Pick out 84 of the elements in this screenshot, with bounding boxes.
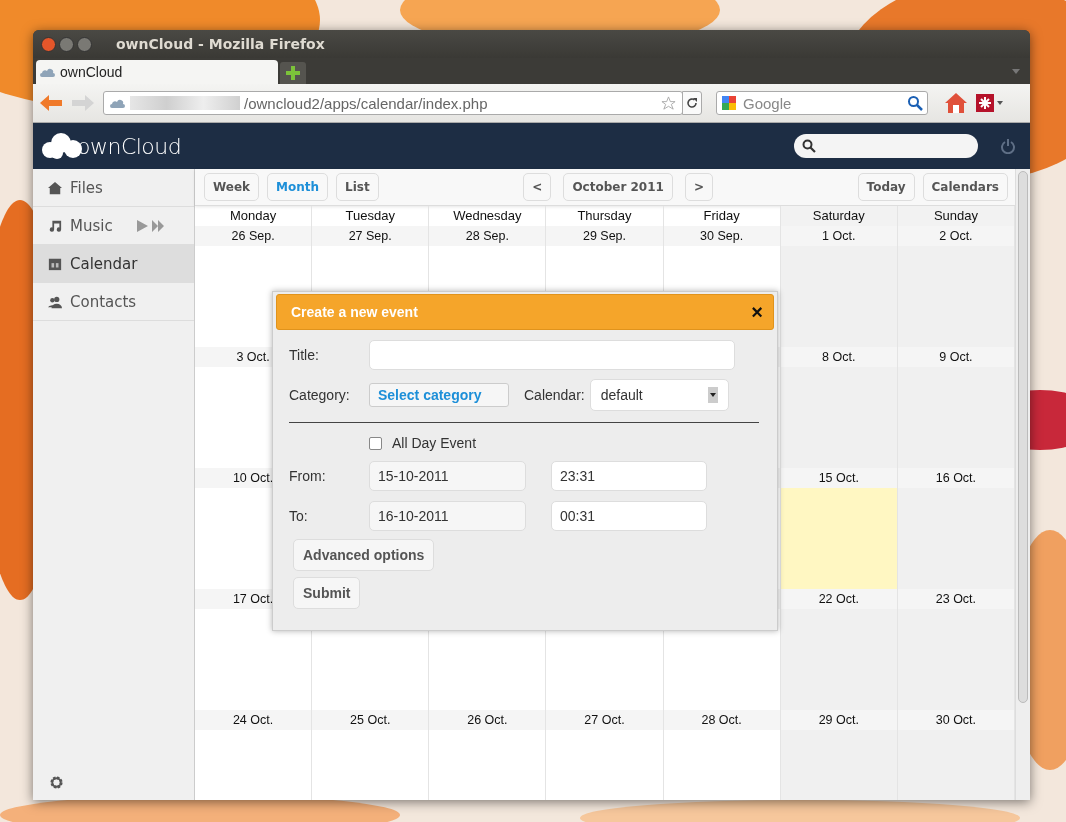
close-button[interactable]: × — [751, 300, 763, 324]
date-label: 26 Oct. — [467, 713, 508, 727]
field-label: Title: — [289, 347, 320, 363]
extension-icon[interactable] — [976, 94, 1004, 112]
date-label: 27 Oct. — [584, 713, 625, 727]
search-field[interactable]: Google — [716, 91, 928, 115]
window-title: ownCloud - Mozilla Firefox — [116, 36, 325, 52]
date-label: 26 Sep. — [231, 229, 275, 243]
date-label: 1 Oct. — [822, 229, 856, 243]
address-bar[interactable]: /owncloud2/apps/calendar/index.php — [103, 91, 683, 115]
play-controls-icon[interactable] — [136, 219, 165, 232]
dropdown-icon[interactable] — [1012, 68, 1020, 74]
period-button[interactable]: October 2011 — [563, 173, 673, 201]
checkbox-label: All Day Event — [392, 435, 477, 451]
date-label: 25 Oct. — [350, 713, 391, 727]
view-tab[interactable]: List — [336, 173, 379, 201]
field-label: To: — [289, 508, 309, 524]
new-tab-button[interactable] — [280, 62, 306, 84]
back-arrow-icon[interactable] — [39, 93, 63, 113]
date-field[interactable]: 15-10-2011 — [369, 461, 526, 491]
today-cell[interactable] — [780, 488, 897, 589]
next-button[interactable]: > — [684, 173, 713, 201]
date-label: 29 Sep. — [582, 229, 627, 243]
date-label: 29 Oct. — [818, 713, 859, 727]
submit-button[interactable]: Submit — [293, 577, 361, 609]
maximize-icon[interactable] — [77, 36, 92, 52]
title-field[interactable] — [369, 340, 735, 370]
reload-button[interactable] — [682, 91, 702, 115]
contacts-icon — [48, 294, 62, 309]
sidebar-item[interactable]: Files — [33, 169, 194, 207]
date-label: 27 Sep. — [348, 229, 392, 243]
date-label: 22 Oct. — [818, 592, 859, 606]
search-icon[interactable] — [907, 95, 923, 111]
previous-button[interactable]: < — [523, 173, 552, 201]
sidebar-item[interactable]: Calendar — [33, 245, 194, 283]
settings-icon[interactable] — [49, 775, 64, 790]
calendars-button[interactable]: Calendars — [922, 173, 1008, 201]
today-button[interactable]: Today — [857, 173, 915, 201]
star-icon[interactable] — [661, 95, 676, 111]
checkbox[interactable] — [369, 436, 382, 450]
day-header: Sunday — [897, 206, 1015, 226]
date-label: 24 Oct. — [232, 713, 274, 727]
cloud-icon — [40, 67, 56, 77]
date-label: 28 Oct. — [701, 713, 742, 727]
date-label: 28 Sep. — [465, 229, 509, 243]
field-label: Calendar: — [524, 387, 585, 403]
music-note-icon — [48, 218, 62, 233]
date-label: 9 Oct. — [939, 350, 973, 364]
date-label: 8 Oct. — [822, 350, 856, 364]
close-window-icon[interactable] — [41, 36, 56, 52]
time-field[interactable]: 23:31 — [551, 461, 707, 491]
calendar-select[interactable]: default — [589, 379, 729, 411]
home-icon[interactable] — [944, 92, 968, 114]
search-field[interactable] — [794, 134, 978, 158]
date-label: 30 Sep. — [700, 229, 744, 243]
cloud-icon — [110, 98, 126, 108]
date-label: 15 Oct. — [818, 471, 859, 485]
reload-icon — [686, 97, 698, 109]
time-field[interactable]: 00:31 — [551, 501, 707, 531]
scrollbar[interactable] — [1015, 169, 1030, 800]
date-label: 16 Oct. — [935, 471, 977, 485]
home-icon — [48, 180, 62, 195]
date-label: 3 Oct. — [236, 350, 270, 364]
dialog-title: Create a new event — [291, 304, 418, 320]
date-label: 17 Oct. — [232, 592, 274, 606]
field-label: Category: — [289, 387, 351, 403]
power-icon[interactable] — [1000, 138, 1016, 154]
date-field[interactable]: 16-10-2011 — [369, 501, 526, 531]
field-label: From: — [289, 468, 327, 484]
sidebar-item[interactable]: Contacts — [33, 283, 194, 321]
day-header: Saturday — [780, 206, 898, 226]
advanced-options-button[interactable]: Advanced options — [293, 539, 435, 571]
browser-tab[interactable]: ownCloud — [36, 60, 278, 84]
search-icon — [802, 139, 816, 153]
minimize-icon[interactable] — [59, 36, 74, 52]
search-engine-icon[interactable] — [721, 95, 737, 111]
date-label: 10 Oct. — [232, 471, 274, 485]
plus-icon — [285, 65, 301, 81]
date-label: 2 Oct. — [939, 229, 973, 243]
logo[interactable]: ownCloud — [41, 133, 182, 159]
date-label: 30 Oct. — [935, 713, 977, 727]
date-label: 23 Oct. — [935, 592, 977, 606]
view-tab[interactable]: Week — [204, 173, 260, 201]
calendar-icon — [48, 256, 62, 271]
